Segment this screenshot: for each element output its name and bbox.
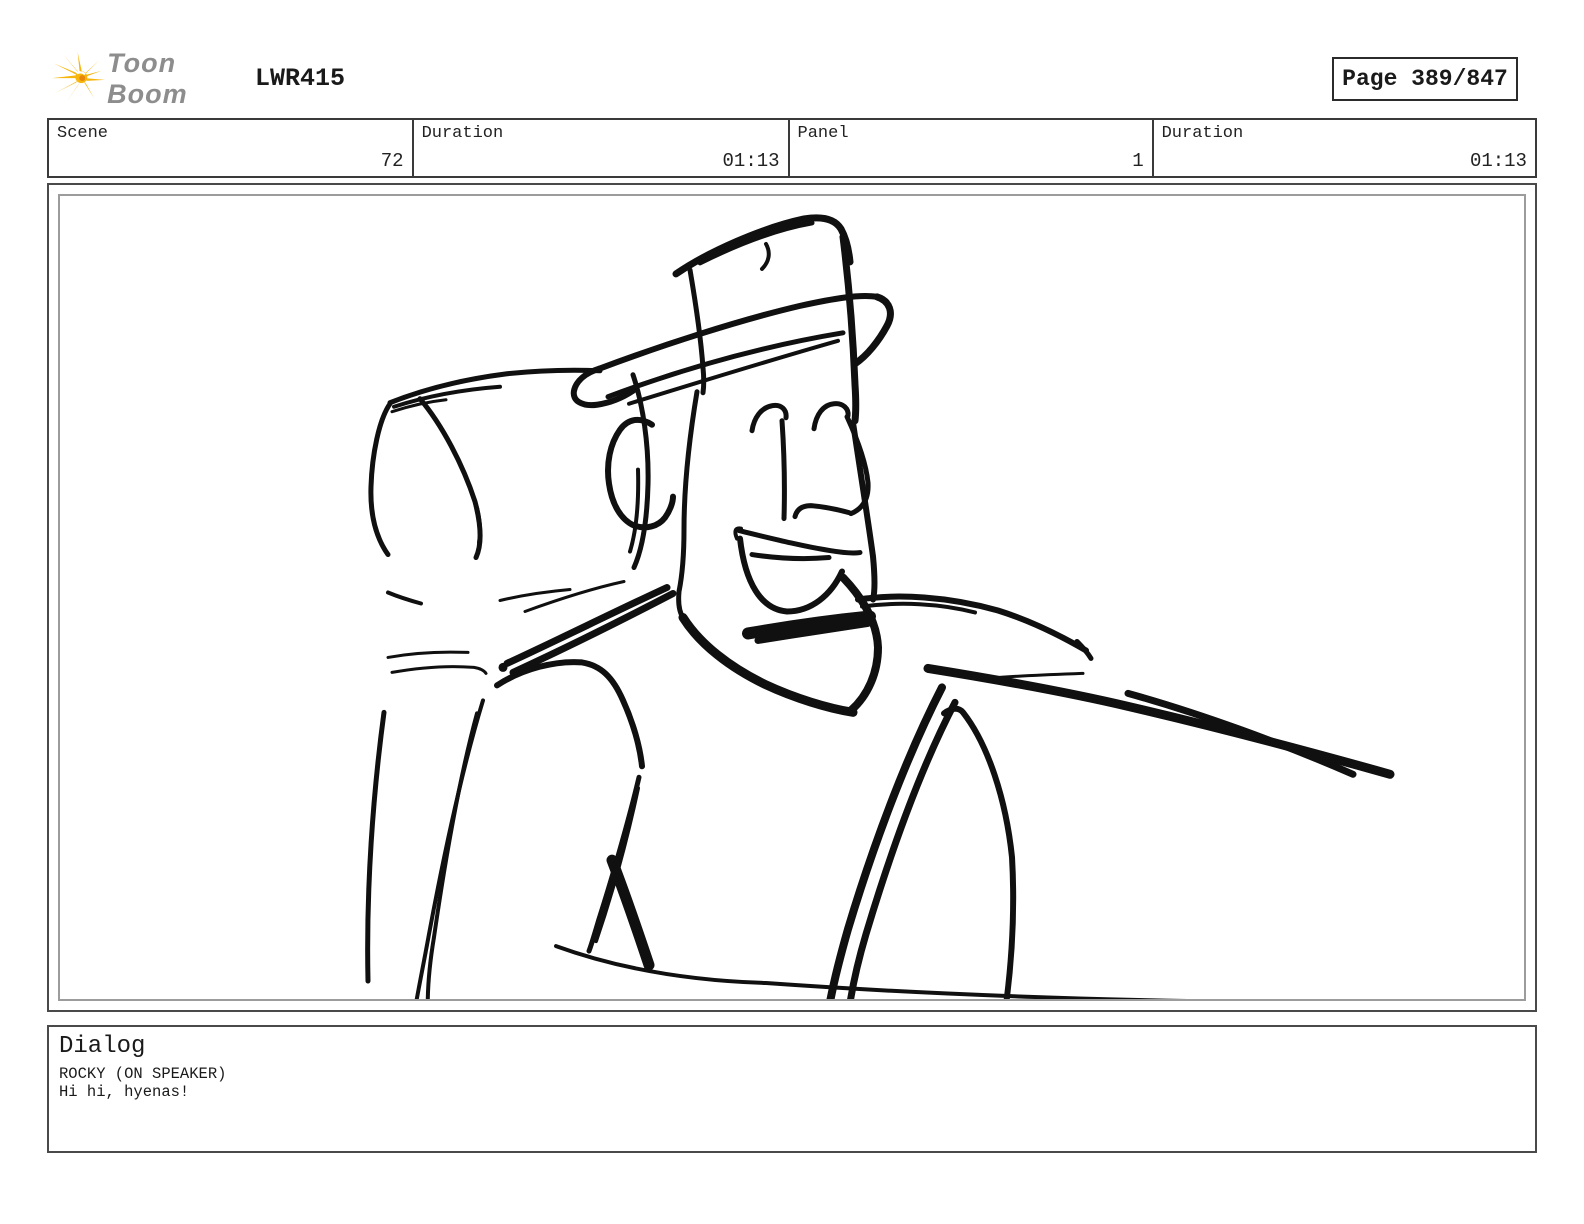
header-bar: Toon Boom LWR415 Page 389/847: [0, 0, 1584, 118]
panel-value: 1: [1132, 150, 1144, 172]
info-cell-scene: Scene 72: [49, 120, 412, 176]
dialog-line: Hi hi, hyenas!: [59, 1083, 190, 1101]
scene-duration-value: 01:13: [722, 150, 780, 172]
logo-wordmark: Toon Boom: [107, 48, 188, 109]
panel-duration-label: Duration: [1161, 124, 1244, 143]
info-cell-scene-duration: Duration 01:13: [411, 120, 788, 176]
info-cell-panel: Panel 1: [787, 120, 1152, 176]
info-cell-panel-duration: Duration 01:13: [1151, 120, 1535, 176]
storyboard-panel-inner-frame: [58, 194, 1526, 1001]
storyboard-panel-frame: [47, 183, 1537, 1012]
toonboom-logo: Toon Boom: [52, 48, 252, 109]
dialog-character: ROCKY (ON SPEAKER): [59, 1065, 227, 1083]
dialog-heading: Dialog: [59, 1033, 146, 1060]
toonboom-burst-icon: [52, 52, 106, 102]
page-counter: Page 389/847: [1332, 57, 1518, 101]
scene-duration-label: Duration: [421, 124, 504, 143]
panel-label: Panel: [797, 124, 849, 143]
storyboard-sketch: [365, 214, 1395, 999]
panel-duration-value: 01:13: [1469, 150, 1527, 172]
panel-info-table: Scene 72 Duration 01:13 Panel 1 Duration…: [47, 118, 1537, 178]
scene-value: 72: [380, 150, 404, 172]
project-title: LWR415: [255, 64, 346, 93]
dialog-box: Dialog ROCKY (ON SPEAKER) Hi hi, hyenas!: [47, 1025, 1537, 1153]
scene-label: Scene: [57, 124, 109, 143]
